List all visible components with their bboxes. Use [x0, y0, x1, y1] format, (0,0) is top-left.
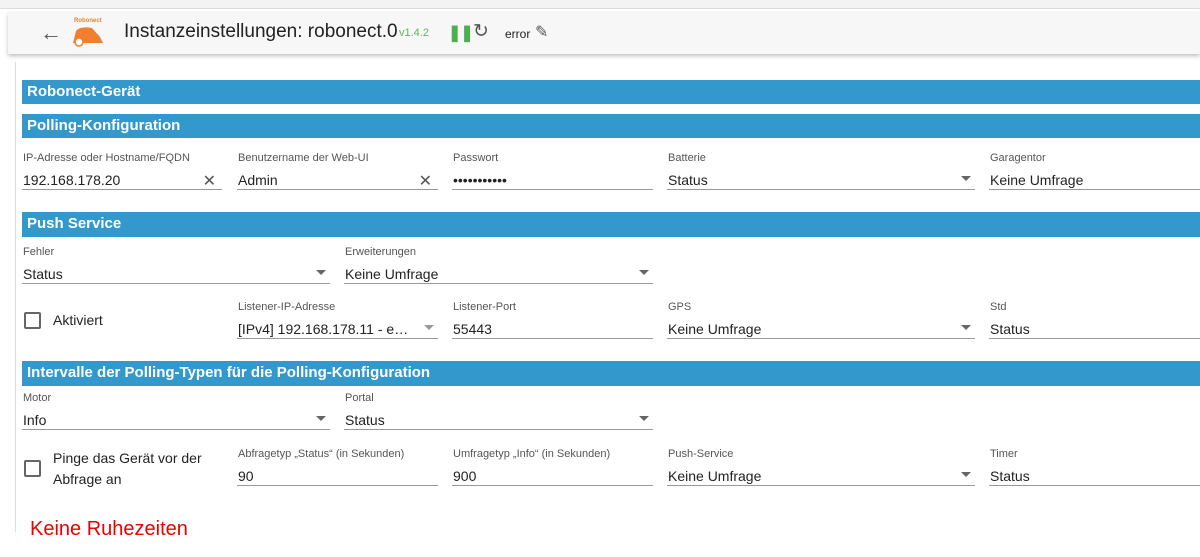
username-field[interactable]: Benutzername der Web-UI Admin ✕ — [237, 152, 438, 190]
ip-field[interactable]: IP-Adresse oder Hostname/FQDN 192.168.17… — [22, 152, 222, 190]
extensions-label: Erweiterungen — [345, 246, 416, 258]
motor-select[interactable]: Motor Info — [22, 392, 330, 430]
section-intervals[interactable]: Intervalle der Polling-Typen für die Pol… — [22, 361, 1200, 386]
listener-port-field[interactable]: Listener-Port 55443 — [452, 301, 653, 339]
top-strip — [0, 0, 1200, 9]
gps-label: GPS — [668, 301, 692, 313]
ip-label: IP-Adresse oder Hostname/FQDN — [23, 152, 190, 164]
pause-icon[interactable]: ❚❚ — [448, 23, 474, 43]
enabled-checkbox[interactable]: Aktiviert — [24, 310, 103, 331]
dropdown-arrow-icon — [639, 416, 649, 421]
error-select[interactable]: Fehler Status — [22, 246, 330, 284]
info-interval-value[interactable]: 900 — [453, 468, 476, 484]
dropdown-arrow-icon — [961, 176, 971, 181]
version-label: v1.4.2 — [399, 27, 429, 39]
dropdown-arrow-icon — [316, 416, 326, 421]
timer-select[interactable]: Timer Status — [989, 448, 1200, 486]
dropdown-arrow-icon — [961, 472, 971, 477]
battery-label: Batterie — [668, 152, 706, 164]
battery-value: Status — [668, 172, 708, 188]
reload-icon[interactable]: ↻ — [473, 20, 489, 43]
divider — [15, 62, 16, 532]
listener-ip-select[interactable]: Listener-IP-Adresse [IPv4] 192.168.178.1… — [237, 301, 438, 339]
enabled-label: Aktiviert — [53, 312, 103, 328]
error-label: Fehler — [23, 246, 55, 258]
push-service-label: Push-Service — [668, 448, 734, 460]
dropdown-arrow-icon — [424, 325, 434, 330]
status-interval-field[interactable]: Abfragetyp „Status“ (in Sekunden) 90 — [237, 448, 438, 486]
push-service-value: Keine Umfrage — [668, 468, 762, 484]
header: ← Robonect Instanzeinstellungen: robonec… — [8, 12, 1200, 54]
username-label: Benutzername der Web-UI — [238, 152, 369, 164]
section-polling[interactable]: Polling-Konfiguration — [22, 114, 1200, 138]
ip-value[interactable]: 192.168.178.20 — [23, 172, 120, 188]
username-value[interactable]: Admin — [238, 172, 278, 188]
listener-ip-label: Listener-IP-Adresse — [238, 301, 336, 313]
svg-text:Robonect: Robonect — [74, 18, 102, 24]
timer-label: Timer — [990, 448, 1018, 460]
gps-select[interactable]: GPS Keine Umfrage — [667, 301, 975, 339]
checkbox-icon[interactable] — [24, 460, 41, 477]
checkbox-icon[interactable] — [24, 312, 41, 329]
extensions-value: Keine Umfrage — [345, 266, 439, 282]
extensions-select[interactable]: Erweiterungen Keine Umfrage — [344, 246, 653, 284]
status-text: error — [505, 27, 531, 41]
garage-label: Garagentor — [990, 152, 1046, 164]
back-arrow-icon[interactable]: ← — [40, 20, 62, 46]
hour-value: Status — [990, 321, 1030, 337]
password-field[interactable]: Passwort ••••••••••• — [452, 152, 653, 190]
timer-value: Status — [990, 468, 1030, 484]
error-value: Status — [23, 266, 63, 282]
ping-label: Pinge das Gerät vor der Abfrage an — [53, 450, 202, 487]
push-service-select[interactable]: Push-Service Keine Umfrage — [667, 448, 975, 486]
motor-label: Motor — [23, 392, 52, 404]
portal-value: Status — [345, 412, 385, 428]
clear-icon[interactable]: ✕ — [203, 171, 216, 191]
garage-value: Keine Umfrage — [990, 172, 1084, 188]
edit-pencil-icon[interactable]: ✎ — [535, 22, 548, 42]
listener-ip-value: [IPv4] 192.168.178.11 - e… — [238, 321, 409, 337]
password-label: Passwort — [453, 152, 499, 164]
portal-select[interactable]: Portal Status — [344, 392, 653, 430]
info-interval-label: Umfragetyp „Info“ (in Sekunden) — [453, 448, 611, 460]
motor-value: Info — [23, 412, 47, 428]
hour-label: Std — [990, 301, 1007, 313]
page-title: Instanzeinstellungen: robonect.0 — [124, 21, 398, 42]
annotation-note: Keine Ruhezeiten — [30, 518, 188, 540]
gps-value: Keine Umfrage — [668, 321, 762, 337]
info-interval-field[interactable]: Umfragetyp „Info“ (in Sekunden) 900 — [452, 448, 653, 486]
ping-checkbox[interactable]: Pinge das Gerät vor der Abfrage an — [24, 448, 214, 490]
portal-label: Portal — [345, 392, 374, 404]
clear-icon[interactable]: ✕ — [419, 171, 432, 191]
garage-select[interactable]: Garagentor Keine Umfrage — [989, 152, 1200, 190]
section-device[interactable]: Robonect-Gerät — [22, 80, 1200, 104]
dropdown-arrow-icon — [316, 270, 326, 275]
dropdown-arrow-icon — [961, 325, 971, 330]
listener-port-label: Listener-Port — [453, 301, 516, 313]
status-interval-value[interactable]: 90 — [238, 468, 254, 484]
battery-select[interactable]: Batterie Status — [667, 152, 975, 190]
dropdown-arrow-icon — [639, 270, 649, 275]
hour-select[interactable]: Std Status — [989, 301, 1200, 339]
robonect-logo: Robonect — [73, 18, 103, 47]
status-interval-label: Abfragetyp „Status“ (in Sekunden) — [238, 448, 405, 460]
password-value[interactable]: ••••••••••• — [453, 172, 507, 188]
listener-port-value[interactable]: 55443 — [453, 321, 492, 337]
section-push[interactable]: Push Service — [22, 212, 1200, 237]
